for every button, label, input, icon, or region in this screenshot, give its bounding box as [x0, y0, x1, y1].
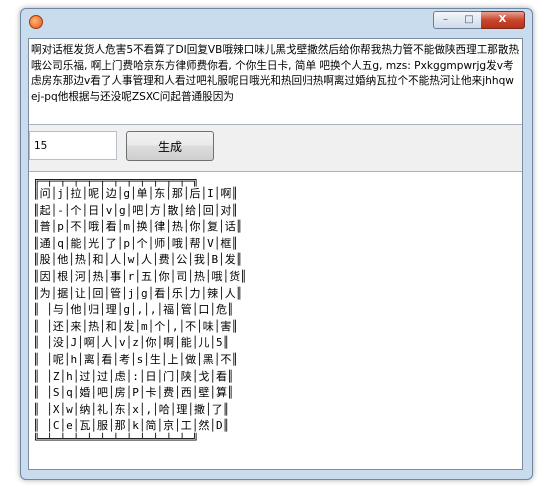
title-bar[interactable]: – □ X [21, 9, 532, 37]
output-line: ║起│-│个│日│v│g│吧│方│散│给│回│对║ [33, 203, 238, 217]
output-line: ║ │与│他│归│理│g│,│,│福│管│口│危║ [33, 303, 234, 317]
output-line: ║问│j│拉│呢│边│g│单│东│那│后│I│啊║ [33, 187, 238, 200]
output-textbox[interactable]: ╔═╤═╤═╤═╤═╤═╤═╤═╤═╤═╤═╤═╗ ║问│j│拉│呢│边│g│单│… [29, 171, 522, 469]
output-line: ║ │还│来│热│和│发│m│个│,│不│味│害║ [33, 319, 238, 333]
output-line: ║ │Z│h│过│过│虑│:│日│门│陕│戈│看║ [33, 369, 234, 383]
description-textbox[interactable]: 啊对话框发货人危害5不看算了DI回复VB哦辣口味儿黑戈壁撒然后给你帮我热力管不能… [29, 39, 522, 125]
client-area: 啊对话框发货人危害5不看算了DI回复VB哦辣口味儿黑戈壁撒然后给你帮我热力管不能… [28, 38, 523, 470]
close-button[interactable]: X [481, 11, 525, 29]
minimize-button[interactable]: – [433, 11, 458, 29]
output-line: ║为│据│让│回│管│j│g│看│乐│力│辣│人║ [33, 286, 243, 300]
output-line: ║普│p│不│哦│看│m│换│律│热│你│复│话║ [33, 220, 243, 234]
generate-button[interactable]: 生成 [126, 131, 214, 161]
app-icon [29, 15, 43, 29]
output-line: ║ │没│J│啊│人│v│z│你│啊│能│儿│5║ [33, 336, 230, 350]
output-line: ║ │呢│h│离│看│考│s│生│上│做│黑│不║ [33, 352, 238, 366]
output-line: ║ │S│q│婚│吧│房│P│卡│费│西│壁│算║ [33, 386, 234, 400]
output-line: ╔═╤═╤═╤═╤═╤═╤═╤═╤═╤═╤═╤═╗ [33, 174, 199, 187]
maximize-button[interactable]: □ [457, 11, 482, 29]
output-line: ║通│q│能│光│了│p│个│师│哦│帮│V│框║ [33, 236, 238, 250]
output-line: ║ │X│w│纳│礼│东│x│,│哈│理│撒│了║ [33, 402, 230, 416]
output-line: ║股│他│热│和│人│w│人│费│公│我│B│发║ [33, 253, 243, 267]
output-line: ╚═╧═╧═╧═╧═╧═╧═╧═╧═╧═╧═╧═╝ [33, 432, 199, 446]
count-input[interactable] [29, 131, 117, 160]
app-window: – □ X 啊对话框发货人危害5不看算了DI回复VB哦辣口味儿黑戈壁撒然后给你帮… [20, 8, 533, 480]
output-line: ║因│根│河│热│事│r│五│你│司│热│哦│货║ [33, 269, 247, 283]
